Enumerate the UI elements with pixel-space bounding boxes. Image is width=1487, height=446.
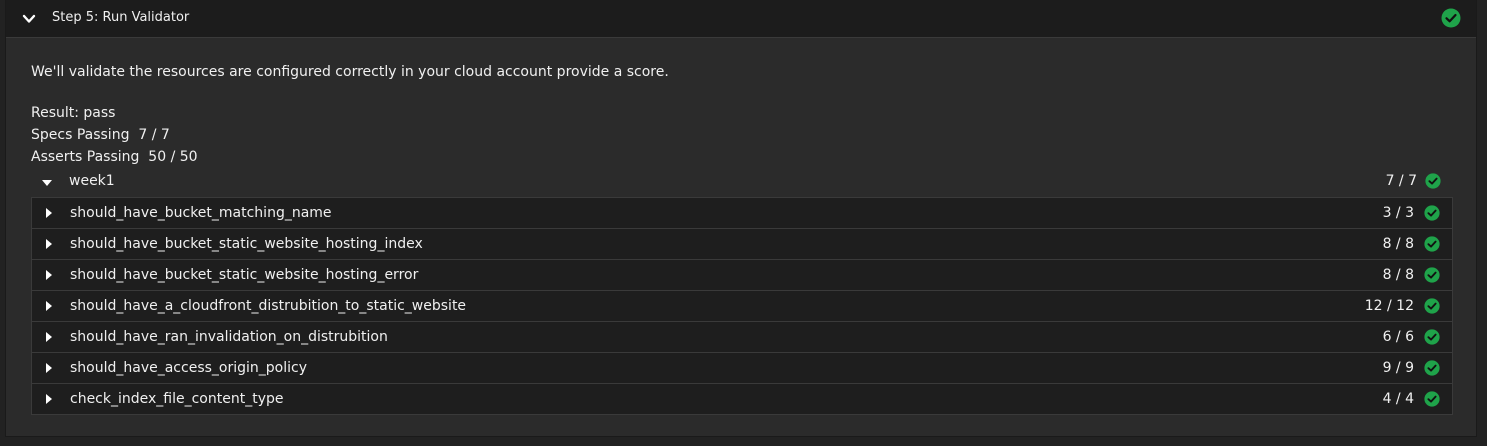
caret-right-icon[interactable] [45,332,53,342]
spec-name: check_index_file_content_type [70,391,284,407]
caret-down-icon[interactable] [42,178,52,188]
spec-row[interactable]: should_have_a_cloudfront_distrubition_to… [32,291,1452,322]
group-count: 7 / 7 [1385,173,1417,189]
check-circle-icon [1424,298,1440,314]
step-title: Step 5: Run Validator [52,10,190,25]
spec-name: should_have_bucket_static_website_hostin… [70,267,419,283]
spec-name: should_have_ran_invalidation_on_distrubi… [70,329,388,345]
spec-list: should_have_bucket_matching_name 3 / 3 s… [31,197,1453,415]
spec-name: should_have_a_cloudfront_distrubition_to… [70,298,467,314]
spec-name: should_have_access_origin_policy [70,360,307,376]
validation-summary: Result: pass Specs Passing 7 / 7 Asserts… [31,102,198,168]
step-header[interactable]: Step 5: Run Validator [6,0,1476,38]
caret-right-icon[interactable] [45,394,53,404]
spec-count: 12 / 12 [1364,298,1414,314]
check-circle-icon [1424,236,1440,252]
caret-right-icon[interactable] [45,301,53,311]
caret-right-icon[interactable] [45,239,53,249]
spec-count: 8 / 8 [1382,236,1414,252]
step-panel: Step 5: Run Validator We'll validate the… [5,0,1477,437]
check-circle-icon [1424,329,1440,345]
spec-row[interactable]: should_have_bucket_matching_name 3 / 3 [32,198,1452,229]
spec-count: 6 / 6 [1382,329,1414,345]
check-circle-icon [1424,205,1440,221]
caret-right-icon[interactable] [45,363,53,373]
spec-row[interactable]: should_have_bucket_static_website_hostin… [32,229,1452,260]
spec-name: should_have_bucket_static_website_hostin… [70,236,423,252]
check-circle-icon [1424,267,1440,283]
spec-row[interactable]: should_have_access_origin_policy 9 / 9 [32,353,1452,384]
chevron-down-icon[interactable] [22,12,36,26]
spec-count: 3 / 3 [1382,205,1414,221]
spec-name: should_have_bucket_matching_name [70,205,332,221]
check-circle-icon [1424,360,1440,376]
step-description: We'll validate the resources are configu… [31,64,669,80]
spec-count: 8 / 8 [1382,267,1414,283]
check-circle-icon [1441,8,1461,28]
specs-passing-text: Specs Passing 7 / 7 [31,127,170,143]
result-text: Result: pass [31,105,116,121]
spec-count: 9 / 9 [1382,360,1414,376]
asserts-passing-text: Asserts Passing 50 / 50 [31,149,198,165]
check-circle-icon [1425,173,1441,189]
check-circle-icon [1424,391,1440,407]
group-name: week1 [69,173,115,189]
spec-row[interactable]: should_have_ran_invalidation_on_distrubi… [32,322,1452,353]
spec-row[interactable]: check_index_file_content_type 4 / 4 [32,384,1452,414]
caret-right-icon[interactable] [45,208,53,218]
spec-row[interactable]: should_have_bucket_static_website_hostin… [32,260,1452,291]
group-week1-header[interactable]: week1 7 / 7 [31,171,1453,195]
caret-right-icon[interactable] [45,270,53,280]
spec-count: 4 / 4 [1382,391,1414,407]
